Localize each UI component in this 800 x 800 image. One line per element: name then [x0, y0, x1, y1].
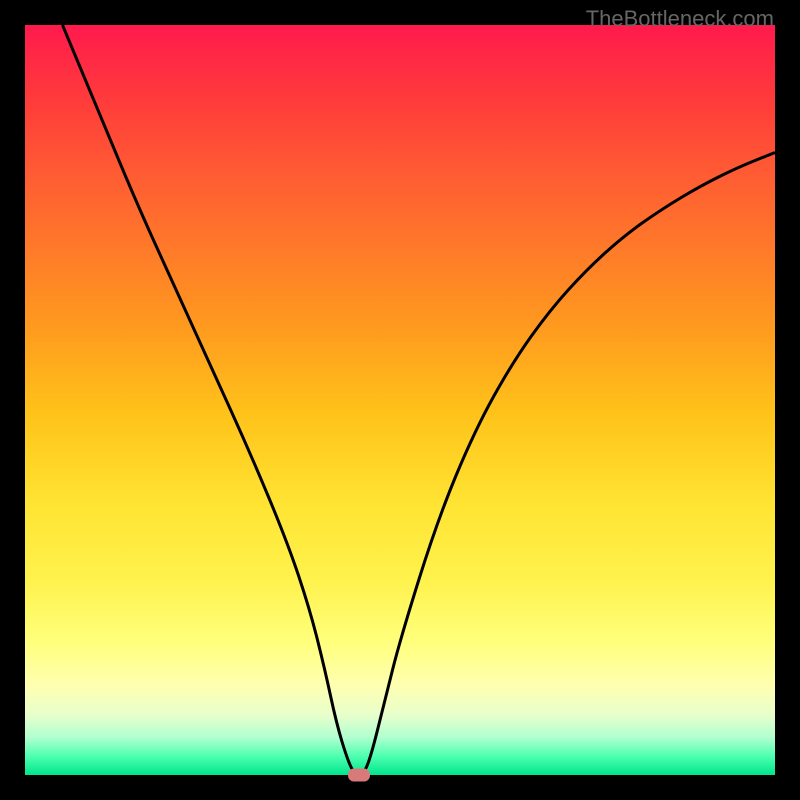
optimal-point-marker — [348, 769, 370, 782]
curve-svg — [25, 25, 775, 775]
bottleneck-curve — [63, 25, 776, 775]
chart-container: TheBottleneck.com — [0, 0, 800, 800]
attribution-text: TheBottleneck.com — [586, 6, 774, 32]
plot-area — [25, 25, 775, 775]
